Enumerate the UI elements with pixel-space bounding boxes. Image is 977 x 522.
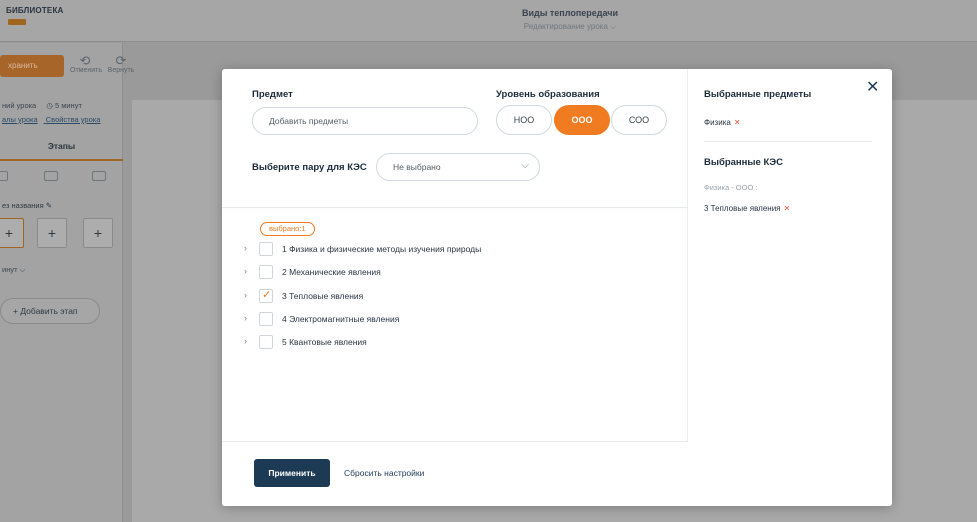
kes-selection-modal: Предмет Добавить предметы Уровень образо… — [222, 69, 892, 506]
chevron-down-icon: ⌵ — [521, 160, 529, 171]
pair-select-value: Не выбрано — [393, 162, 441, 172]
lesson-meta: ний урока ◷ 5 минут — [2, 101, 122, 110]
kes-tree-item[interactable]: › 5 Квантовые явления — [244, 335, 664, 351]
add-block-button[interactable]: + — [0, 218, 24, 248]
list-view-icon[interactable] — [0, 171, 8, 181]
undo-button[interactable]: ⟲ Отменить — [70, 53, 102, 74]
level-label: Уровень образования — [496, 89, 600, 100]
kes-checkbox[interactable] — [259, 265, 273, 279]
pair-label: Выберите пару для КЭС — [252, 162, 367, 173]
tile-view-icon[interactable] — [92, 171, 106, 181]
lesson-duration: ◷ 5 минут — [46, 101, 82, 110]
kes-tree-item[interactable]: › 1 Физика и физические методы изучения … — [244, 242, 664, 258]
filter-panel: Предмет Добавить предметы Уровень образо… — [222, 69, 688, 506]
kes-item-label: 1 Физика и физические методы изучения пр… — [282, 244, 482, 254]
level-ooo-button[interactable]: ООО — [554, 105, 610, 135]
kes-tree-item[interactable]: › 4 Электромагнитные явления — [244, 312, 664, 328]
undo-icon: ⟲ — [79, 53, 91, 68]
add-block-button[interactable]: + — [83, 218, 113, 248]
selected-kes-chip: 3 Тепловые явления ✕ — [704, 204, 790, 213]
selected-kes-heading: Выбранные КЭС — [704, 157, 783, 168]
reset-settings-button[interactable]: Сбросить настройки — [344, 468, 424, 478]
logo-badge — [8, 19, 26, 25]
redo-icon: ⟳ — [115, 53, 127, 68]
chevron-right-icon[interactable]: › — [244, 266, 247, 276]
summary-divider — [704, 141, 872, 142]
selection-summary: Выбранные предметы Физика ✕ Выбранные КЭС… — [689, 69, 892, 506]
save-button[interactable]: хранить — [0, 55, 64, 77]
kes-chip-label: 3 Тепловые явления — [704, 204, 781, 213]
chevron-right-icon[interactable]: › — [244, 243, 247, 253]
redo-label: Вернуть — [107, 67, 135, 74]
apply-button[interactable]: Применить — [254, 459, 330, 487]
tab-stages[interactable]: Этапы — [0, 133, 123, 161]
kes-tree-item[interactable]: › 2 Механические явления — [244, 265, 664, 281]
kes-group-label: Физика - ООО : — [704, 183, 758, 192]
remove-subject-icon[interactable]: ✕ — [734, 118, 741, 127]
close-icon[interactable]: ✕ — [866, 77, 879, 97]
untitled-stage[interactable]: ез названия ✎ — [2, 201, 52, 210]
check-icon: ✓ — [262, 289, 272, 301]
kes-tree-item[interactable]: › ✓ 3 Тепловые явления — [244, 289, 664, 305]
chevron-right-icon[interactable]: › — [244, 336, 247, 346]
library-logo[interactable]: БИБЛИОТЕКА — [6, 6, 64, 15]
stage-blocks: + + + — [0, 218, 123, 252]
view-switcher — [0, 171, 123, 183]
chevron-right-icon[interactable]: › — [244, 290, 247, 300]
kes-item-label: 3 Тепловые явления — [282, 291, 364, 301]
lesson-sidebar: хранить ⟲ Отменить ⟳ Вернуть ний урока ◷… — [0, 43, 134, 522]
lesson-properties-link[interactable]: Свойства урока — [46, 115, 101, 124]
card-view-icon[interactable] — [44, 171, 58, 181]
level-noo-button[interactable]: НОО — [496, 105, 552, 135]
lesson-title: Виды теплопередачи — [521, 8, 619, 18]
kes-item-label: 4 Электромагнитные явления — [282, 314, 400, 324]
selected-subject-chip: Физика ✕ — [704, 118, 741, 127]
kes-checkbox-checked[interactable]: ✓ — [259, 289, 273, 303]
lesson-scenario-label: ний урока — [2, 101, 37, 110]
selected-subjects-heading: Выбранные предметы — [704, 89, 812, 100]
modal-footer: Применить Сбросить настройки — [222, 441, 688, 506]
redo-button[interactable]: ⟳ Вернуть — [106, 53, 136, 74]
kes-checkbox[interactable] — [259, 335, 273, 349]
kes-checkbox[interactable] — [259, 312, 273, 326]
subject-label: Предмет — [252, 89, 293, 100]
lesson-mode-dropdown[interactable]: Редактирование урока ⌵ — [420, 22, 720, 32]
section-divider — [222, 207, 688, 208]
pair-select[interactable]: Не выбрано ⌵ — [376, 153, 540, 181]
kes-item-label: 5 Квантовые явления — [282, 337, 367, 347]
subject-chip-label: Физика — [704, 118, 731, 127]
lesson-links: алы урока Свойства урока — [2, 115, 106, 124]
add-block-button[interactable]: + — [37, 218, 67, 248]
app-header: БИБЛИОТЕКА Виды теплопередачи Редактиров… — [0, 0, 977, 42]
stage-duration-dropdown[interactable]: инут ⌵ — [2, 265, 25, 275]
kes-item-label: 2 Механические явления — [282, 267, 381, 277]
selected-count-badge: выбрано:1 — [260, 222, 315, 236]
remove-kes-icon[interactable]: ✕ — [784, 204, 791, 213]
add-stage-button[interactable]: + Добавить этап — [0, 298, 100, 324]
undo-label: Отменить — [70, 67, 102, 74]
chevron-right-icon[interactable]: › — [244, 313, 247, 323]
lesson-materials-link[interactable]: алы урока — [2, 115, 38, 124]
subject-input[interactable]: Добавить предметы — [252, 107, 478, 135]
level-soo-button[interactable]: СОО — [611, 105, 667, 135]
kes-checkbox[interactable] — [259, 242, 273, 256]
